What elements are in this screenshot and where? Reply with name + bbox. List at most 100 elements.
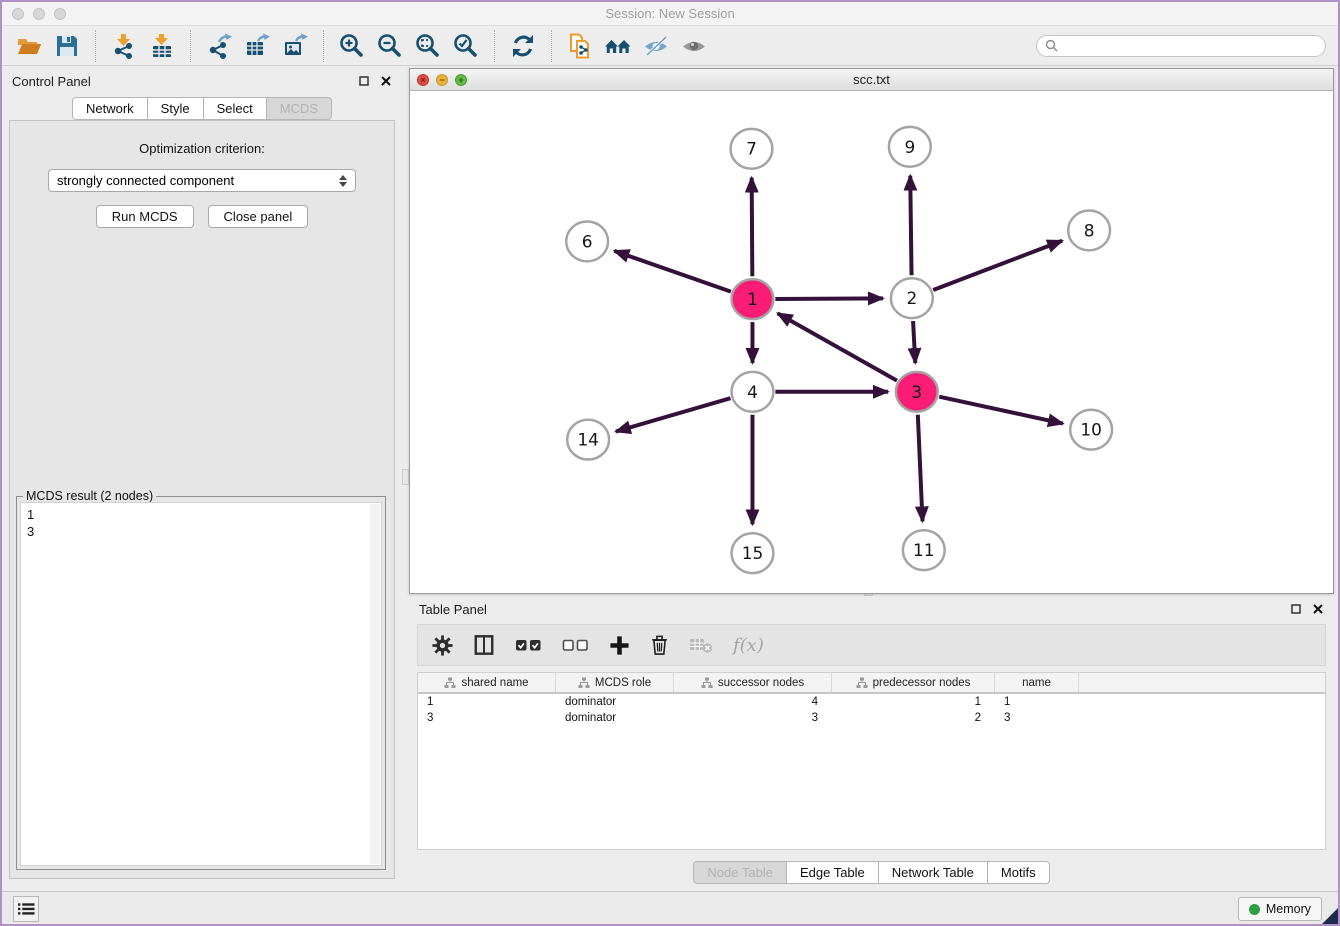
select-all-icon[interactable] bbox=[515, 632, 542, 658]
cell-mcds-role: dominator bbox=[556, 694, 674, 710]
mcds-result-group: MCDS result (2 nodes) 13 bbox=[16, 496, 386, 870]
column-header-predecessor-nodes[interactable]: predecessor nodes bbox=[832, 673, 995, 692]
table-tab-motifs[interactable]: Motifs bbox=[988, 861, 1050, 884]
search-icon bbox=[1045, 39, 1058, 52]
edge-1-7[interactable] bbox=[752, 178, 753, 277]
float-panel-icon[interactable] bbox=[358, 75, 370, 87]
create-column-plus-icon[interactable] bbox=[609, 632, 630, 658]
node-label: 1 bbox=[747, 289, 758, 309]
edge-3-11[interactable] bbox=[918, 415, 923, 522]
node-15[interactable]: 15 bbox=[732, 533, 774, 573]
edge-2-3[interactable] bbox=[913, 321, 915, 363]
apply-layout-icon[interactable] bbox=[507, 31, 539, 61]
window-close-button[interactable] bbox=[12, 8, 24, 20]
splitter-grip[interactable] bbox=[402, 469, 409, 485]
cell-shared-name: 1 bbox=[418, 694, 556, 710]
mcds-result-text[interactable]: 13 bbox=[20, 502, 382, 866]
network-zoom-button[interactable]: + bbox=[455, 74, 467, 86]
show-columns-icon[interactable] bbox=[473, 632, 495, 658]
control-panel: Control Panel NetworkStyleSelectMCDS Opt… bbox=[2, 67, 402, 891]
import-table-icon[interactable] bbox=[146, 31, 178, 61]
zoom-fit-icon[interactable] bbox=[412, 31, 444, 61]
edge-1-6[interactable] bbox=[614, 251, 730, 292]
zoom-out-icon[interactable] bbox=[374, 31, 406, 61]
table-tab-network-table[interactable]: Network Table bbox=[879, 861, 988, 884]
delete-column-trash-icon[interactable] bbox=[650, 632, 669, 658]
panel-splitter[interactable] bbox=[402, 67, 409, 891]
criterion-select[interactable]: strongly connected component bbox=[48, 169, 356, 192]
import-network-icon[interactable] bbox=[108, 31, 140, 61]
export-network-icon[interactable] bbox=[203, 31, 235, 61]
run-mcds-button[interactable]: Run MCDS bbox=[96, 205, 194, 228]
edge-2-9[interactable] bbox=[910, 176, 911, 276]
column-header-successor-nodes[interactable]: successor nodes bbox=[674, 673, 832, 692]
clone-network-icon[interactable] bbox=[564, 31, 596, 61]
export-image-icon[interactable] bbox=[279, 31, 311, 61]
function-builder-fx-icon: f(x) bbox=[733, 632, 764, 658]
node-14[interactable]: 14 bbox=[567, 420, 609, 460]
memory-button[interactable]: Memory bbox=[1238, 897, 1322, 921]
table-tab-edge-table[interactable]: Edge Table bbox=[787, 861, 879, 884]
tab-mcds[interactable]: MCDS bbox=[267, 97, 332, 120]
window-minimize-button[interactable] bbox=[33, 8, 45, 20]
network-close-button[interactable]: × bbox=[417, 74, 429, 86]
column-header-shared-name[interactable]: shared name bbox=[418, 673, 556, 692]
cell-name: 3 bbox=[995, 710, 1079, 726]
export-table-icon[interactable] bbox=[241, 31, 273, 61]
node-table-row[interactable]: 1dominator411 bbox=[418, 694, 1325, 710]
edge-3-10[interactable] bbox=[939, 397, 1063, 424]
close-table-panel-icon[interactable] bbox=[1312, 603, 1324, 615]
task-history-button[interactable] bbox=[13, 896, 39, 922]
memory-status-dot bbox=[1249, 904, 1260, 915]
node-4[interactable]: 4 bbox=[732, 372, 774, 412]
node-10[interactable]: 10 bbox=[1070, 410, 1112, 450]
result-scrollbar[interactable] bbox=[370, 504, 380, 864]
deselect-all-icon[interactable] bbox=[562, 632, 589, 658]
node-8[interactable]: 8 bbox=[1068, 211, 1110, 251]
mcds-panel: Optimization criterion: strongly connect… bbox=[9, 120, 395, 879]
save-session-icon[interactable] bbox=[51, 31, 83, 61]
float-table-panel-icon[interactable] bbox=[1290, 603, 1302, 615]
node-9[interactable]: 9 bbox=[889, 127, 931, 167]
table-tab-node-table[interactable]: Node Table bbox=[693, 861, 787, 884]
node-2[interactable]: 2 bbox=[891, 278, 933, 318]
window-zoom-button[interactable] bbox=[54, 8, 66, 20]
node-label: 8 bbox=[1084, 220, 1095, 240]
first-neighbors-icon[interactable] bbox=[602, 31, 634, 61]
edge-1-2[interactable] bbox=[775, 298, 883, 299]
network-window-titlebar[interactable]: × − + scc.txt bbox=[410, 69, 1333, 91]
node-11[interactable]: 11 bbox=[903, 530, 945, 570]
attribute-type-icon bbox=[856, 677, 868, 689]
node-6[interactable]: 6 bbox=[566, 221, 608, 261]
node-label: 4 bbox=[747, 382, 758, 402]
network-canvas[interactable]: 7 9 6 8 1 2 4 3 14 10 15 11 bbox=[410, 92, 1333, 593]
tab-select[interactable]: Select bbox=[204, 97, 267, 120]
cell-predecessor-nodes: 2 bbox=[832, 710, 995, 726]
desktop-corner bbox=[1320, 906, 1340, 926]
node-table-row[interactable]: 3dominator323 bbox=[418, 710, 1325, 726]
edge-2-8[interactable] bbox=[933, 241, 1062, 290]
memory-label: Memory bbox=[1266, 902, 1311, 916]
open-file-icon[interactable] bbox=[13, 31, 45, 61]
criterion-value: strongly connected component bbox=[57, 173, 234, 188]
column-header-name[interactable]: name bbox=[995, 673, 1079, 692]
search-input[interactable] bbox=[1063, 39, 1317, 53]
node-7[interactable]: 7 bbox=[731, 129, 773, 169]
tab-network[interactable]: Network bbox=[72, 97, 148, 120]
node-3[interactable]: 3 bbox=[896, 372, 938, 412]
application-window: Session: New Session bbox=[0, 0, 1340, 926]
column-header-mcds-role[interactable]: MCDS role bbox=[556, 673, 674, 692]
edge-4-14[interactable] bbox=[616, 398, 731, 431]
table-options-gear-icon[interactable] bbox=[432, 632, 453, 658]
zoom-selected-icon[interactable] bbox=[450, 31, 482, 61]
close-panel-button[interactable]: Close panel bbox=[208, 205, 309, 228]
close-panel-icon[interactable] bbox=[380, 75, 392, 87]
tab-style[interactable]: Style bbox=[148, 97, 204, 120]
cell-successor-nodes: 3 bbox=[674, 710, 832, 726]
show-details-eye-icon[interactable] bbox=[678, 31, 710, 61]
hide-details-eye-icon[interactable] bbox=[640, 31, 672, 61]
edge-3-1[interactable] bbox=[778, 313, 897, 380]
network-minimize-button[interactable]: − bbox=[436, 74, 448, 86]
node-1[interactable]: 1 bbox=[732, 279, 774, 319]
zoom-in-icon[interactable] bbox=[336, 31, 368, 61]
